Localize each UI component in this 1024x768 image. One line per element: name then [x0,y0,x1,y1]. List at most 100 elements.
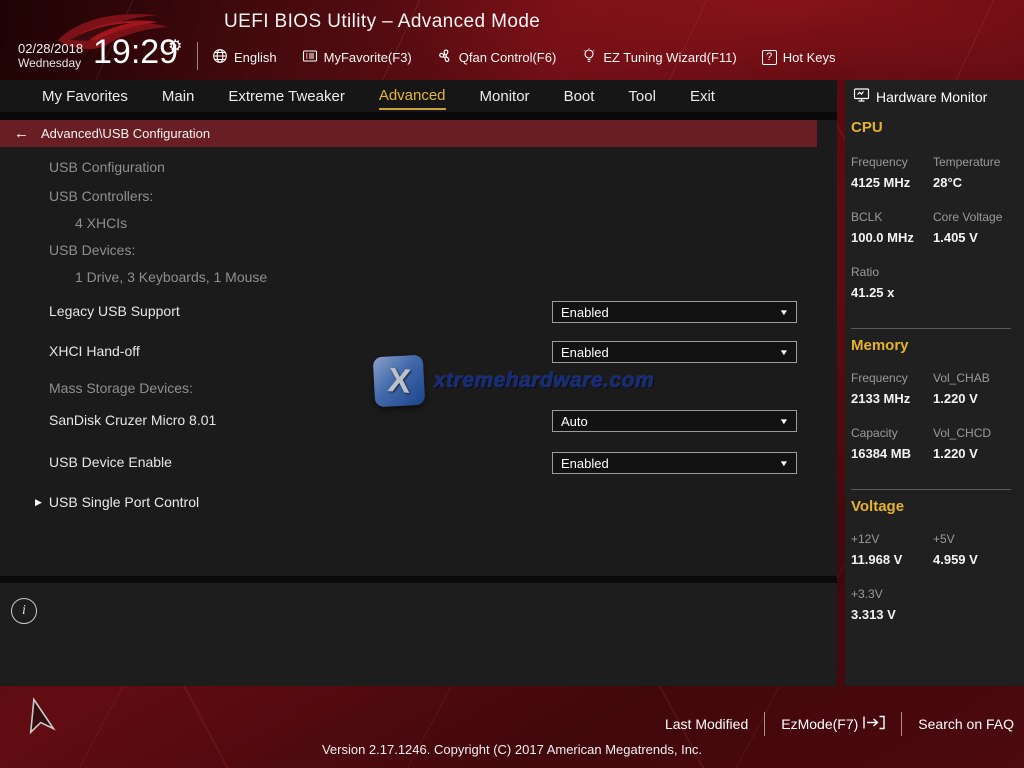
chevron-down-icon: ▼ [778,458,790,468]
usb-configuration-title: USB Configuration [49,159,165,175]
memory-frequency-value: 2133 MHz [851,391,911,406]
language-label: English [234,49,277,65]
myfavorite-icon [302,48,318,67]
mouse-cursor [22,696,60,743]
hot-keys-button[interactable]: ? Hot Keys [761,49,836,65]
cpu-temperature-value: 28°C [933,175,963,190]
submenu-arrow-icon: ▶ [35,496,42,507]
version-text: Version 2.17.1246. Copyright (C) 2017 Am… [321,742,703,757]
usb-device-enable-label: USB Device Enable [49,454,172,470]
language-button[interactable]: English [212,48,277,67]
monitor-icon [853,87,870,106]
bios-screen: UEFI BIOS Utility – Advanced Mode 02/28/… [0,0,1024,768]
memory-capacity-label: Capacity [851,426,898,440]
memory-vol-chab-label: Vol_CHAB [933,371,990,385]
footer-divider [764,712,766,736]
cpu-temperature-label: Temperature [933,155,1001,169]
usb-single-port-control-label: USB Single Port Control [48,494,200,510]
voltage-3-3v-label: +3.3V [851,587,883,601]
usb-devices-value: 1 Drive, 3 Keyboards, 1 Mouse [75,269,268,285]
chevron-down-icon: ▼ [778,347,790,357]
tab-extreme-tweaker[interactable]: Extreme Tweaker [228,83,344,109]
ez-tuning-label: EZ Tuning Wizard(F11) [603,49,737,65]
memory-capacity-value: 16384 MB [851,446,911,461]
tab-monitor[interactable]: Monitor [480,83,530,109]
back-arrow-icon[interactable]: ← [14,125,29,142]
app-title: UEFI BIOS Utility – Advanced Mode [224,11,541,32]
hardware-monitor-panel: Hardware Monitor CPU Frequency Temperatu… [845,80,1024,686]
search-on-faq-button[interactable]: Search on FAQ [918,716,1014,732]
header-divider [197,42,198,70]
voltage-5v-value: 4.959 V [933,552,978,567]
main-column: My Favorites Main Extreme Tweaker Advanc… [0,80,837,686]
ez-tuning-wizard-button[interactable]: EZ Tuning Wizard(F11) [581,48,737,67]
breadcrumb-path: Advanced\USB Configuration [41,126,211,141]
ezmode-exit-icon [863,715,885,733]
cpu-frequency-value: 4125 MHz [851,175,911,190]
tab-advanced[interactable]: Advanced [378,82,446,110]
panel-separator [0,576,837,583]
usb-controllers-label: USB Controllers: [49,188,154,204]
clock-settings-gear-icon[interactable]: ⚙ [168,36,182,56]
cpu-core-voltage-value: 1.405 V [933,230,978,245]
clock-display: 19:29 [93,33,179,71]
cpu-frequency-label: Frequency [851,155,908,169]
legacy-usb-support-label: Legacy USB Support [49,303,180,319]
voltage-5v-label: +5V [933,532,955,546]
footer-menu: Last Modified EzMode(F7) Search on FAQ [665,710,1014,738]
section-divider [851,328,1011,329]
hardware-monitor-header: Hardware Monitor [853,87,987,106]
footer-divider [901,712,903,736]
weekday-text: Wednesday [18,55,82,70]
chevron-down-icon: ▼ [778,416,790,426]
sandisk-cruzer-value: Auto [561,413,588,429]
usb-controllers-value: 4 XHCIs [75,215,128,231]
date-text: 02/28/2018 [18,41,84,56]
info-icon: i [11,598,37,624]
qfan-icon [437,48,453,67]
xhci-handoff-value: Enabled [561,344,609,360]
globe-icon [212,48,228,67]
breadcrumb: ← Advanced\USB Configuration [0,120,817,147]
voltage-3-3v-value: 3.313 V [851,607,896,622]
last-modified-button[interactable]: Last Modified [665,716,748,732]
memory-vol-chab-value: 1.220 V [933,391,978,406]
ezmode-button[interactable]: EzMode(F7) [781,715,885,733]
usb-device-enable-value: Enabled [561,455,609,471]
cpu-core-voltage-label: Core Voltage [933,210,1003,224]
cpu-ratio-label: Ratio [851,265,880,279]
cpu-bclk-label: BCLK [851,210,883,224]
panel-gap [0,112,837,120]
memory-vol-chcd-value: 1.220 V [933,446,978,461]
header-toolbar: English MyFavorite(F3) Qfan Control(F6) … [212,44,835,70]
tab-boot[interactable]: Boot [564,83,595,109]
myfavorite-button[interactable]: MyFavorite(F3) [302,48,412,67]
tab-exit[interactable]: Exit [690,83,715,109]
sandisk-cruzer-dropdown[interactable]: Auto ▼ [552,410,797,432]
voltage-section-heading: Voltage [851,498,905,515]
header-banner: UEFI BIOS Utility – Advanced Mode 02/28/… [0,0,1024,80]
date-display: 02/28/2018 Wednesday [18,41,84,71]
xhci-handoff-dropdown[interactable]: Enabled ▼ [552,341,797,363]
hotkeys-label: Hot Keys [782,49,836,65]
tab-main[interactable]: Main [162,83,195,109]
chevron-down-icon: ▼ [778,307,790,317]
legacy-usb-support-dropdown[interactable]: Enabled ▼ [552,301,797,323]
ezmode-label: EzMode(F7) [781,716,859,732]
tab-tool[interactable]: Tool [628,83,656,109]
qfan-control-button[interactable]: Qfan Control(F6) [437,48,556,67]
main-nav: My Favorites Main Extreme Tweaker Advanc… [0,80,837,112]
hotkeys-icon: ? [761,49,777,65]
memory-frequency-label: Frequency [851,371,908,385]
usb-devices-label: USB Devices: [49,242,136,258]
cpu-ratio-value: 41.25 x [851,285,895,300]
sandisk-cruzer-label: SanDisk Cruzer Micro 8.01 [49,412,217,428]
wizard-icon [581,48,597,67]
cpu-section-heading: CPU [851,119,883,136]
legacy-usb-support-value: Enabled [561,304,609,320]
tab-my-favorites[interactable]: My Favorites [42,83,128,109]
memory-section-heading: Memory [851,337,909,354]
usb-device-enable-dropdown[interactable]: Enabled ▼ [552,452,797,474]
voltage-12v-value: 11.968 V [851,552,903,567]
usb-single-port-control-item[interactable]: ▶ USB Single Port Control [35,494,199,510]
